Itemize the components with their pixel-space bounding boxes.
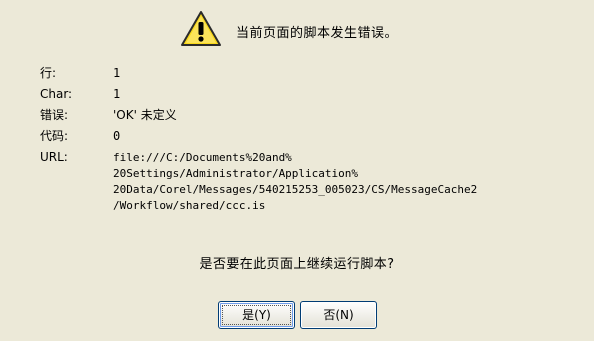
url-line: 20Settings/Administrator/Application% — [113, 167, 359, 180]
no-button-label: 否(N) — [323, 308, 354, 322]
error-details: 行: 1 Char: 1 错误: 'OK' 未定义 代码: 0 URL: fil… — [40, 66, 560, 216]
url-line: file:///C:/Documents%20and% — [113, 151, 292, 164]
continue-question: 是否要在此页面上继续运行脚本? — [199, 257, 395, 272]
field-line-value: 1 — [113, 66, 121, 80]
yes-button[interactable]: 是(Y) — [218, 301, 295, 329]
yes-button-label: 是(Y) — [242, 308, 271, 322]
field-error-value: 'OK' 未定义 — [113, 108, 177, 122]
field-url-value: file:///C:/Documents%20and% 20Settings/A… — [113, 150, 573, 214]
no-button[interactable]: 否(N) — [300, 301, 377, 329]
field-char-value: 1 — [113, 87, 121, 101]
field-url-label: URL: — [40, 150, 68, 164]
field-char: Char: 1 — [40, 87, 560, 108]
url-line: 20Data/Corel/Messages/540215253_005023/C… — [113, 183, 478, 196]
script-error-dialog: 当前页面的脚本发生错误。 行: 1 Char: 1 错误: 'OK' 未定义 代… — [0, 0, 594, 341]
field-error: 错误: 'OK' 未定义 — [40, 108, 560, 129]
field-code: 代码: 0 — [40, 129, 560, 150]
field-line: 行: 1 — [40, 66, 560, 87]
field-char-label: Char: — [40, 87, 73, 101]
dialog-header: 当前页面的脚本发生错误。 — [0, 10, 594, 54]
field-url: URL: file:///C:/Documents%20and% 20Setti… — [40, 150, 560, 216]
field-code-value: 0 — [113, 129, 121, 143]
warning-icon — [180, 10, 222, 48]
dialog-message: 当前页面的脚本发生错误。 — [236, 26, 399, 41]
url-line: /Workflow/shared/ccc.is — [113, 199, 266, 212]
field-line-label: 行: — [40, 66, 57, 80]
field-error-label: 错误: — [40, 108, 69, 122]
field-code-label: 代码: — [40, 129, 69, 143]
